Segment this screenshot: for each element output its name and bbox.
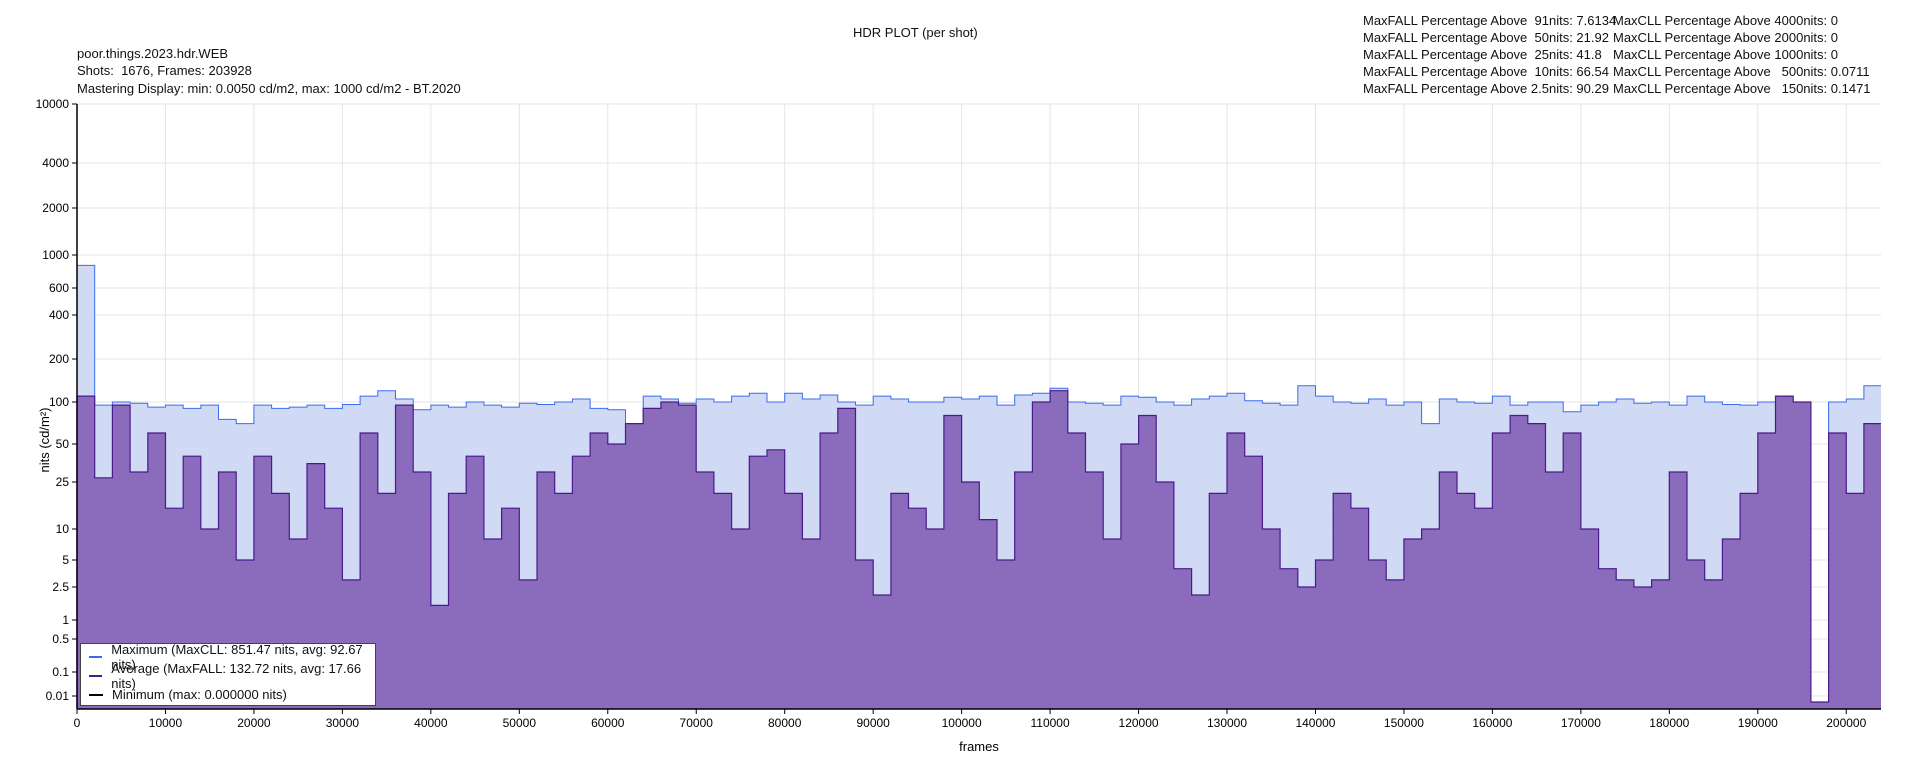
x-tick-label: 30000 [326, 716, 360, 730]
average-swatch [89, 674, 103, 677]
x-tick-label: 0 [74, 716, 81, 730]
y-tick-label: 200 [49, 352, 69, 366]
shots-frames: Shots: 1676, Frames: 203928 [77, 63, 252, 78]
file-name: poor.things.2023.hdr.WEB [77, 46, 229, 61]
y-tick-label: 10 [56, 522, 70, 536]
stat-line: MaxFALL Percentage Above 91nits: 7.6134 [1363, 13, 1617, 28]
x-tick-label: 190000 [1738, 716, 1778, 730]
x-tick-label: 80000 [768, 716, 802, 730]
x-tick-label: 60000 [591, 716, 625, 730]
y-tick-label: 100 [49, 395, 69, 409]
x-tick-label: 160000 [1472, 716, 1512, 730]
mastering-display: Mastering Display: min: 0.0050 cd/m2, ma… [77, 81, 461, 96]
y-tick-label: 600 [49, 281, 69, 295]
stat-line: MaxCLL Percentage Above 150nits: 0.1471 [1613, 81, 1871, 96]
x-tick-label: 180000 [1649, 716, 1689, 730]
legend-item-average[interactable]: Average (MaxFALL: 132.72 nits, avg: 17.6… [89, 661, 375, 691]
x-tick-label: 40000 [414, 716, 448, 730]
y-tick-label: 25 [56, 475, 70, 489]
y-tick-label: 2.5 [52, 580, 69, 594]
y-tick-label: 0.01 [46, 689, 70, 703]
legend-label: Minimum (max: 0.000000 nits) [112, 687, 287, 702]
y-tick-label: 0.5 [52, 632, 69, 646]
x-tick-label: 20000 [237, 716, 271, 730]
x-tick-label: 150000 [1384, 716, 1424, 730]
x-tick-label: 100000 [942, 716, 982, 730]
stat-line: MaxFALL Percentage Above 2.5nits: 90.29 [1363, 81, 1609, 96]
y-tick-label: 2000 [42, 201, 69, 215]
y-tick-label: 4000 [42, 156, 69, 170]
stat-line: MaxCLL Percentage Above 500nits: 0.0711 [1613, 64, 1870, 79]
minimum-swatch [89, 693, 103, 696]
x-tick-label: 50000 [503, 716, 537, 730]
x-tick-label: 140000 [1295, 716, 1335, 730]
y-axis-label: nits (cd/m²) [37, 408, 52, 473]
x-tick-label: 130000 [1207, 716, 1247, 730]
y-tick-label: 1000 [42, 248, 69, 262]
x-tick-label: 10000 [149, 716, 183, 730]
stat-line: MaxFALL Percentage Above 50nits: 21.92 [1363, 30, 1609, 45]
stat-line: MaxCLL Percentage Above 1000nits: 0 [1613, 47, 1838, 62]
y-tick-label: 10000 [36, 97, 70, 111]
stat-line: MaxFALL Percentage Above 10nits: 66.54 [1363, 64, 1609, 79]
stat-line: MaxCLL Percentage Above 2000nits: 0 [1613, 30, 1838, 45]
x-tick-label: 70000 [680, 716, 714, 730]
x-tick-label: 170000 [1561, 716, 1601, 730]
maximum-swatch [89, 655, 103, 658]
y-tick-label: 1 [62, 613, 69, 627]
y-tick-label: 5 [62, 553, 69, 567]
stat-line: MaxCLL Percentage Above 4000nits: 0 [1613, 13, 1838, 28]
x-tick-label: 110000 [1031, 716, 1070, 730]
y-tick-label: 400 [49, 308, 69, 322]
chart-title: HDR PLOT (per shot) [853, 25, 978, 40]
x-tick-label: 120000 [1119, 716, 1159, 730]
x-tick-label: 90000 [856, 716, 890, 730]
legend: Maximum (MaxCLL: 851.47 nits, avg: 92.67… [80, 642, 376, 706]
legend-label: Average (MaxFALL: 132.72 nits, avg: 17.6… [111, 660, 362, 691]
y-tick-label: 0.1 [52, 665, 69, 679]
stat-line: MaxFALL Percentage Above 25nits: 41.8 [1363, 47, 1602, 62]
y-tick-label: 50 [56, 437, 70, 451]
x-axis-label: frames [959, 739, 999, 754]
x-tick-label: 200000 [1826, 716, 1866, 730]
